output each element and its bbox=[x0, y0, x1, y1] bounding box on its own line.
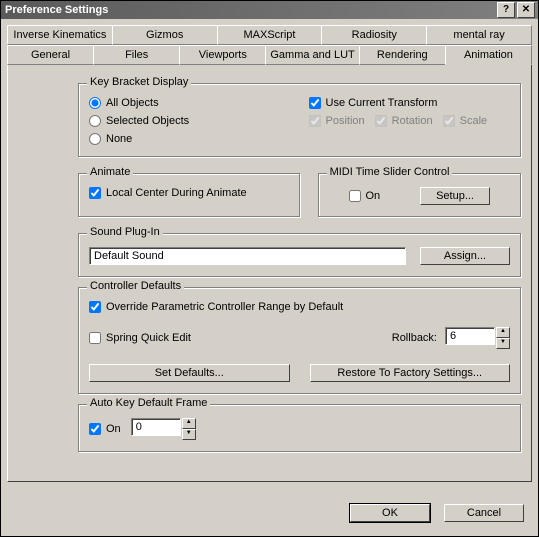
check-midi-on[interactable]: On bbox=[349, 190, 381, 202]
autokey-frame-spinner[interactable]: ▲ ▼ bbox=[131, 418, 196, 440]
group-controller-defaults: Controller Defaults Override Parametric … bbox=[78, 287, 521, 394]
radio-none-input[interactable] bbox=[89, 133, 101, 145]
spinner-down-icon[interactable]: ▼ bbox=[496, 338, 510, 349]
group-key-bracket: Key Bracket Display All Objects Selected… bbox=[78, 83, 521, 157]
check-local-center[interactable]: Local Center During Animate bbox=[89, 187, 247, 199]
sound-assign-button[interactable]: Assign... bbox=[420, 247, 510, 265]
radio-none[interactable]: None bbox=[89, 133, 132, 145]
help-icon[interactable]: ? bbox=[497, 2, 515, 18]
group-midi: MIDI Time Slider Control On Setup... bbox=[318, 173, 521, 217]
restore-factory-button[interactable]: Restore To Factory Settings... bbox=[310, 364, 511, 382]
check-midi-on-input[interactable] bbox=[349, 190, 361, 202]
check-position: Position bbox=[309, 115, 365, 127]
group-legend: Controller Defaults bbox=[87, 280, 184, 292]
check-scale: Scale bbox=[443, 115, 488, 127]
rollback-input[interactable] bbox=[445, 327, 495, 345]
tab-animation[interactable]: Animation bbox=[445, 45, 532, 65]
check-scale-input bbox=[443, 115, 455, 127]
tab-gamma-lut[interactable]: Gamma and LUT bbox=[265, 45, 359, 65]
tab-inverse-kinematics[interactable]: Inverse Kinematics bbox=[7, 25, 113, 45]
check-local-center-input[interactable] bbox=[89, 187, 101, 199]
tab-files[interactable]: Files bbox=[93, 45, 180, 65]
check-override-parametric[interactable]: Override Parametric Controller Range by … bbox=[89, 301, 343, 313]
group-legend: MIDI Time Slider Control bbox=[327, 166, 453, 178]
sound-plugin-value: Default Sound bbox=[89, 247, 406, 265]
spinner-up-icon[interactable]: ▲ bbox=[496, 327, 510, 338]
set-defaults-button[interactable]: Set Defaults... bbox=[89, 364, 290, 382]
check-spring-quick-edit[interactable]: Spring Quick Edit bbox=[89, 332, 191, 344]
tab-page-animation: Key Bracket Display All Objects Selected… bbox=[7, 64, 532, 482]
radio-all-objects-input[interactable] bbox=[89, 97, 101, 109]
check-use-current-transform-input[interactable] bbox=[309, 97, 321, 109]
check-use-current-transform[interactable]: Use Current Transform bbox=[309, 97, 438, 109]
rollback-spinner[interactable]: ▲ ▼ bbox=[445, 327, 510, 349]
spinner-up-icon[interactable]: ▲ bbox=[182, 418, 196, 429]
group-legend: Animate bbox=[87, 166, 133, 178]
close-icon[interactable]: ✕ bbox=[517, 2, 535, 18]
group-auto-key: Auto Key Default Frame On ▲ ▼ bbox=[78, 404, 521, 452]
group-legend: Key Bracket Display bbox=[87, 76, 191, 88]
rollback-label: Rollback: bbox=[392, 332, 437, 344]
group-legend: Sound Plug-In bbox=[87, 226, 163, 238]
tab-mental-ray[interactable]: mental ray bbox=[426, 25, 532, 45]
check-rotation-input bbox=[375, 115, 387, 127]
check-position-input bbox=[309, 115, 321, 127]
radio-all-objects[interactable]: All Objects bbox=[89, 97, 159, 109]
tab-row-1: Inverse Kinematics Gizmos MAXScript Radi… bbox=[7, 25, 532, 45]
group-legend: Auto Key Default Frame bbox=[87, 397, 210, 409]
tab-rendering[interactable]: Rendering bbox=[359, 45, 446, 65]
tab-row-2: General Files Viewports Gamma and LUT Re… bbox=[7, 45, 532, 65]
titlebar: Preference Settings ? ✕ bbox=[1, 1, 538, 19]
tab-viewports[interactable]: Viewports bbox=[179, 45, 266, 65]
check-autokey-on[interactable]: On bbox=[89, 423, 121, 435]
autokey-frame-input[interactable] bbox=[131, 418, 181, 436]
window-title: Preference Settings bbox=[5, 4, 495, 16]
dialog-button-bar: OK Cancel bbox=[350, 504, 524, 522]
radio-selected-objects-input[interactable] bbox=[89, 115, 101, 127]
radio-selected-objects[interactable]: Selected Objects bbox=[89, 115, 189, 127]
tab-radiosity[interactable]: Radiosity bbox=[321, 25, 427, 45]
tab-maxscript[interactable]: MAXScript bbox=[217, 25, 323, 45]
tab-general[interactable]: General bbox=[7, 45, 94, 65]
check-rotation: Rotation bbox=[375, 115, 433, 127]
tabstrip: Inverse Kinematics Gizmos MAXScript Radi… bbox=[7, 25, 532, 65]
cancel-button[interactable]: Cancel bbox=[444, 504, 524, 522]
preference-settings-window: Preference Settings ? ✕ Inverse Kinemati… bbox=[0, 0, 539, 537]
midi-setup-button[interactable]: Setup... bbox=[420, 187, 490, 205]
group-animate: Animate Local Center During Animate bbox=[78, 173, 300, 217]
check-spring-quick-edit-input[interactable] bbox=[89, 332, 101, 344]
tab-gizmos[interactable]: Gizmos bbox=[112, 25, 218, 45]
ok-button[interactable]: OK bbox=[350, 504, 430, 522]
spinner-down-icon[interactable]: ▼ bbox=[182, 429, 196, 440]
check-autokey-on-input[interactable] bbox=[89, 423, 101, 435]
group-sound: Sound Plug-In Default Sound Assign... bbox=[78, 233, 521, 277]
check-override-parametric-input[interactable] bbox=[89, 301, 101, 313]
